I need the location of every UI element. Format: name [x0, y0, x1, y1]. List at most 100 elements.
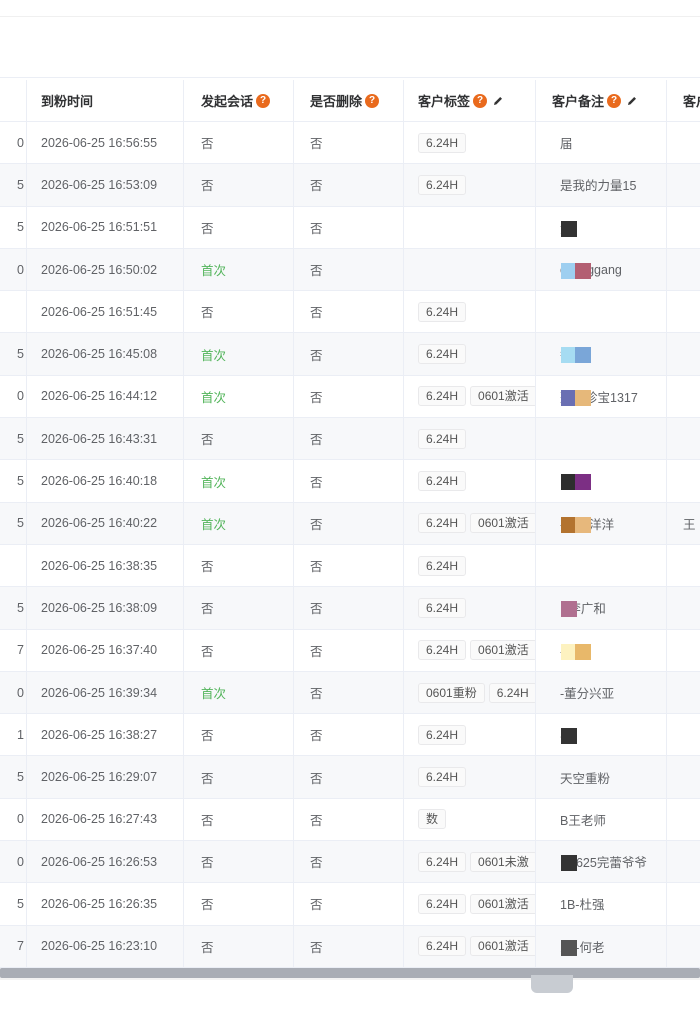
tags-cell[interactable] [404, 248, 536, 291]
customer-tag[interactable]: 6.24H [488, 682, 535, 703]
tags-cell[interactable]: 0601重粉 6.24H [404, 671, 536, 714]
remark-cell[interactable]: 源 [536, 206, 667, 248]
customer-tag[interactable]: 0601未激 [470, 851, 535, 872]
table-row[interactable]: 5 2026-06-25 16:43:31 否 否 6.24H [0, 418, 700, 461]
header-time[interactable]: 到粉时间 [27, 80, 184, 121]
table-row[interactable]: 0 2026-06-25 16:56:55 否 否 6.24H 届 [0, 122, 700, 165]
tags-cell[interactable]: 6.24H [404, 418, 536, 460]
remark-cell[interactable]: 半 [536, 714, 667, 756]
customer-tag[interactable]: 6.24H [418, 428, 467, 449]
table-row[interactable]: 5 2026-06-25 16:40:22 首次 否 6.24H0601激活-喜气洋洋 王 [0, 502, 700, 545]
table-row[interactable]: 0 2026-06-25 16:50:02 首次 否 chenggang [0, 248, 700, 292]
header-tags[interactable]: 客户标签 ? [404, 80, 536, 121]
customer-tag[interactable]: 6.24H [418, 724, 467, 745]
help-icon[interactable]: ? [607, 93, 622, 108]
customer-tag[interactable]: 6.24H [418, 640, 467, 661]
customer-tag[interactable]: 6.24H [418, 132, 467, 153]
tags-cell[interactable]: 6.24H 0601未激 [404, 841, 536, 883]
avatar [561, 728, 577, 745]
customer-tag[interactable]: 数 [418, 809, 447, 830]
table-row[interactable]: 5 2026-06-25 16:45:08 首次 否 6.24H 等 [0, 333, 700, 376]
tags-cell[interactable]: 6.24H 0601激活 [404, 883, 536, 925]
remark-cell[interactable]: B王老师 [536, 798, 667, 841]
customer-tag[interactable]: 6.24H [418, 301, 467, 322]
table-row[interactable]: 1 2026-06-25 16:38:27 否 否 6.24H 半 [0, 714, 700, 757]
header-remark[interactable]: 客户备注 ? [536, 80, 667, 121]
remark-cell[interactable]: chenggang [536, 248, 667, 291]
table-row[interactable]: 5 2026-06-25 16:53:09 否 否 6.24H 是我的力量15 [0, 164, 700, 207]
remark-cell[interactable]: D0625完蕾爷爷 [536, 841, 667, 883]
remark-cell[interactable]: -均均 [536, 629, 667, 671]
customer-tag[interactable]: 0601激活 [470, 640, 535, 661]
tags-cell[interactable]: 6.24H [404, 460, 536, 502]
customer-tag[interactable]: 0601激活 [470, 893, 535, 914]
customer-tag[interactable]: 0601激活 [470, 936, 535, 957]
pencil-icon[interactable] [492, 95, 504, 107]
customer-tag[interactable]: 6.24H [418, 555, 467, 576]
remark-cell[interactable]: 天空重粉 [536, 756, 667, 798]
remark-cell[interactable]: 是我的力量15 [536, 164, 667, 206]
customer-tag[interactable]: 6.24H [418, 344, 467, 365]
help-icon[interactable]: ? [365, 93, 380, 108]
remark-cell[interactable]: 1B-何老 [536, 925, 667, 967]
remark-cell[interactable]: -董分兴亚 [536, 671, 667, 714]
customer-tag[interactable]: 6.24H [418, 767, 467, 788]
customer-tag[interactable]: 6.24H [418, 513, 467, 534]
help-icon[interactable]: ? [256, 93, 271, 108]
tags-cell[interactable]: 6.24H [404, 544, 536, 587]
customer-tag[interactable]: 0601激活 [470, 386, 535, 407]
remark-cell[interactable]: 等 [536, 333, 667, 375]
table-row[interactable]: 0 2026-06-25 16:44:12 首次 否 6.24H 0601激活 莲花珍宝13… [0, 375, 700, 419]
table-row[interactable]: 5 2026-06-25 16:40:18 首次 否 6.24H [0, 460, 700, 503]
tags-cell[interactable]: 6.24H [404, 333, 536, 375]
tags-cell[interactable]: 数 [404, 798, 536, 841]
customer-tag[interactable]: 0601重粉 [418, 682, 485, 703]
customer-tag[interactable]: 6.24H [418, 893, 467, 914]
tags-cell[interactable]: 6.24H 0601激活 [404, 629, 536, 671]
horizontal-scrollbar-thumb[interactable] [0, 968, 700, 978]
customer-tag[interactable]: 0601激活 [470, 513, 535, 534]
header-extra[interactable]: 客户 [667, 80, 700, 121]
remark-cell[interactable]: 届 [536, 122, 667, 164]
tags-cell[interactable]: 6.24H [404, 714, 536, 756]
table-row[interactable]: 0 2026-06-25 16:26:53 否 否 6.24H 0601未激 D0625完蕾… [0, 841, 700, 884]
tags-cell[interactable]: 6.24H 0601激活 [404, 502, 536, 544]
remark-cell[interactable]: -喜气洋洋 [536, 502, 667, 544]
tags-cell[interactable]: 6.24H 0601激活 [404, 925, 536, 967]
table-row[interactable]: 5 2026-06-25 16:51:51 否 否 源 [0, 206, 700, 249]
table-row[interactable]: 5 2026-06-25 16:38:09 否 否 6.24H B李广和 [0, 587, 700, 630]
tags-cell[interactable]: 6.24H [404, 291, 536, 333]
customer-tag[interactable]: 6.24H [418, 471, 467, 492]
table-row[interactable]: 5 2026-06-25 16:26:35 否 否 6.24H 0601激活 1B-杜强 [0, 883, 700, 926]
table-row[interactable]: 0 2026-06-25 16:39:34 首次 否 0601重粉 6.24H -董分兴亚 [0, 671, 700, 715]
customer-tag[interactable]: 6.24H [418, 597, 467, 618]
pencil-icon[interactable] [626, 95, 638, 107]
table-row[interactable]: 2026-06-25 16:51:45 否 否 6.24H [0, 291, 700, 334]
remark-cell[interactable]: 1B-杜强 [536, 883, 667, 925]
scrollbar-handle[interactable] [531, 975, 573, 993]
customer-tag[interactable]: 6.24H [418, 386, 467, 407]
remark-cell[interactable] [536, 291, 667, 333]
table-row[interactable]: 5 2026-06-25 16:29:07 否 否 6.24H 天空重粉 [0, 756, 700, 799]
tags-cell[interactable]: 6.24H [404, 122, 536, 164]
remark-cell[interactable] [536, 460, 667, 502]
tags-cell[interactable]: 6.24H 0601激活 [404, 375, 536, 418]
tags-cell[interactable] [404, 206, 536, 248]
customer-tag[interactable]: 6.24H [418, 851, 467, 872]
table-row[interactable]: 7 2026-06-25 16:23:10 否 否 6.24H 0601激活 1B-何老 [0, 925, 700, 968]
customer-tag[interactable]: 6.24H [418, 936, 467, 957]
help-icon[interactable]: ? [473, 93, 488, 108]
header-session[interactable]: 发起会话 ? [184, 80, 294, 121]
table-row[interactable]: 7 2026-06-25 16:37:40 否 否 6.24H0601激活-均均 [0, 629, 700, 672]
tags-cell[interactable]: 6.24H [404, 164, 536, 206]
table-row[interactable]: 2026-06-25 16:38:35 否 否 6.24H [0, 544, 700, 588]
remark-cell[interactable] [536, 544, 667, 587]
tags-cell[interactable]: 6.24H [404, 756, 536, 798]
remark-cell[interactable] [536, 418, 667, 460]
header-deleted[interactable]: 是否删除 ? [294, 80, 404, 121]
tags-cell[interactable]: 6.24H [404, 587, 536, 629]
remark-cell[interactable]: B李广和 [536, 587, 667, 629]
table-row[interactable]: 0 2026-06-25 16:27:43 否 否 数 B王老师 [0, 798, 700, 842]
remark-cell[interactable]: 莲花珍宝1317 [536, 375, 667, 418]
customer-tag[interactable]: 6.24H [418, 174, 467, 195]
